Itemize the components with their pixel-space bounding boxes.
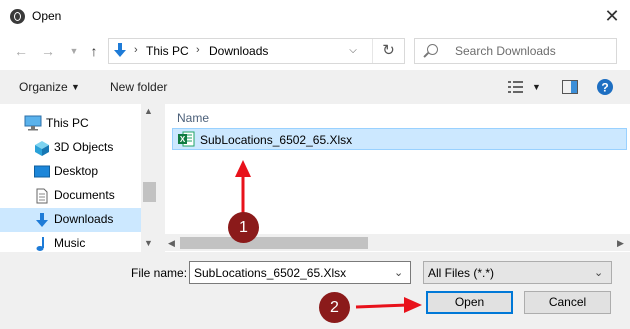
scroll-down-icon[interactable]: ▼ xyxy=(144,238,153,248)
refresh-icon[interactable]: ↻ xyxy=(372,39,404,63)
view-chevron-icon[interactable]: ▼ xyxy=(532,82,541,92)
computer-icon xyxy=(24,115,42,131)
sidebar-item-desktop[interactable]: Desktop xyxy=(0,160,141,184)
svg-text:X: X xyxy=(180,135,186,144)
up-arrow-icon[interactable]: ↑ xyxy=(86,43,102,59)
breadcrumb-separator-icon[interactable]: › xyxy=(196,44,200,56)
close-button[interactable]: ✕ xyxy=(600,4,624,28)
help-icon[interactable]: ? xyxy=(597,79,613,95)
desktop-icon xyxy=(34,165,50,178)
scrollbar-thumb[interactable] xyxy=(143,182,156,202)
downloads-icon xyxy=(36,213,48,227)
excel-file-icon: X xyxy=(178,131,195,147)
sidebar-item-label: Music xyxy=(54,236,86,250)
address-dropdown-icon[interactable]: ⌵ xyxy=(342,39,364,63)
breadcrumb-downloads[interactable]: Downloads xyxy=(209,44,268,58)
svg-text:?: ? xyxy=(601,81,608,95)
step-2-badge: 2 xyxy=(319,292,350,323)
search-icon xyxy=(427,44,438,55)
sidebar-item-label: Desktop xyxy=(54,164,99,178)
step-1-badge: 1 xyxy=(228,212,259,243)
breadcrumb-separator-icon[interactable]: › xyxy=(134,44,138,56)
scrollbar-thumb[interactable] xyxy=(180,237,368,249)
breadcrumb-this-pc[interactable]: This PC xyxy=(146,44,189,58)
sidebar-item-label: Downloads xyxy=(54,212,114,226)
organize-chevron-icon[interactable]: ▼ xyxy=(71,82,80,92)
preview-pane-icon[interactable] xyxy=(562,80,578,94)
file-type-dropdown-icon[interactable]: ⌄ xyxy=(594,266,603,279)
back-arrow-icon[interactable]: ← xyxy=(13,43,29,59)
new-folder-button[interactable]: New folder xyxy=(110,80,167,94)
recent-locations-chevron-icon[interactable]: ▼ xyxy=(66,43,82,59)
view-options-icon[interactable] xyxy=(508,80,524,94)
open-button[interactable]: Open xyxy=(426,291,513,314)
forward-arrow-icon[interactable]: → xyxy=(40,43,56,59)
scroll-left-icon[interactable]: ◀ xyxy=(168,238,175,249)
search-input[interactable]: Search Downloads xyxy=(455,44,556,58)
documents-icon xyxy=(36,188,48,204)
downloads-folder-icon xyxy=(114,43,126,57)
sidebar-item-music[interactable]: Music xyxy=(0,232,141,252)
file-name[interactable]: SubLocations_6502_65.Xlsx xyxy=(200,133,352,147)
sidebar-item-label: 3D Objects xyxy=(54,140,114,154)
window-title: Open xyxy=(32,9,62,23)
music-icon xyxy=(36,237,44,251)
sidebar-item-this-pc[interactable]: This PC xyxy=(0,112,141,136)
file-type-value[interactable]: All Files (*.*) xyxy=(428,266,494,280)
scroll-up-icon[interactable]: ▲ xyxy=(144,106,153,116)
navigation-scrollbar[interactable] xyxy=(141,104,157,252)
app-icon xyxy=(10,9,25,24)
file-name-dropdown-icon[interactable]: ⌄ xyxy=(394,266,403,279)
file-name-label: File name: xyxy=(131,266,188,280)
organize-button[interactable]: Organize xyxy=(19,80,68,94)
sidebar-item-downloads[interactable]: Downloads xyxy=(0,208,141,232)
file-name-value[interactable]: SubLocations_6502_65.Xlsx xyxy=(194,266,346,280)
sidebar-item-label: Documents xyxy=(54,188,115,202)
cancel-button[interactable]: Cancel xyxy=(524,291,611,314)
sidebar-item-label: This PC xyxy=(46,116,89,130)
scroll-right-icon[interactable]: ▶ xyxy=(617,238,624,249)
title-bar xyxy=(0,0,630,32)
column-header-name[interactable]: Name xyxy=(177,111,209,125)
sidebar-item-3d-objects[interactable]: 3D Objects xyxy=(0,136,141,160)
sidebar-item-documents[interactable]: Documents xyxy=(0,184,141,208)
3d-objects-icon xyxy=(35,141,49,156)
